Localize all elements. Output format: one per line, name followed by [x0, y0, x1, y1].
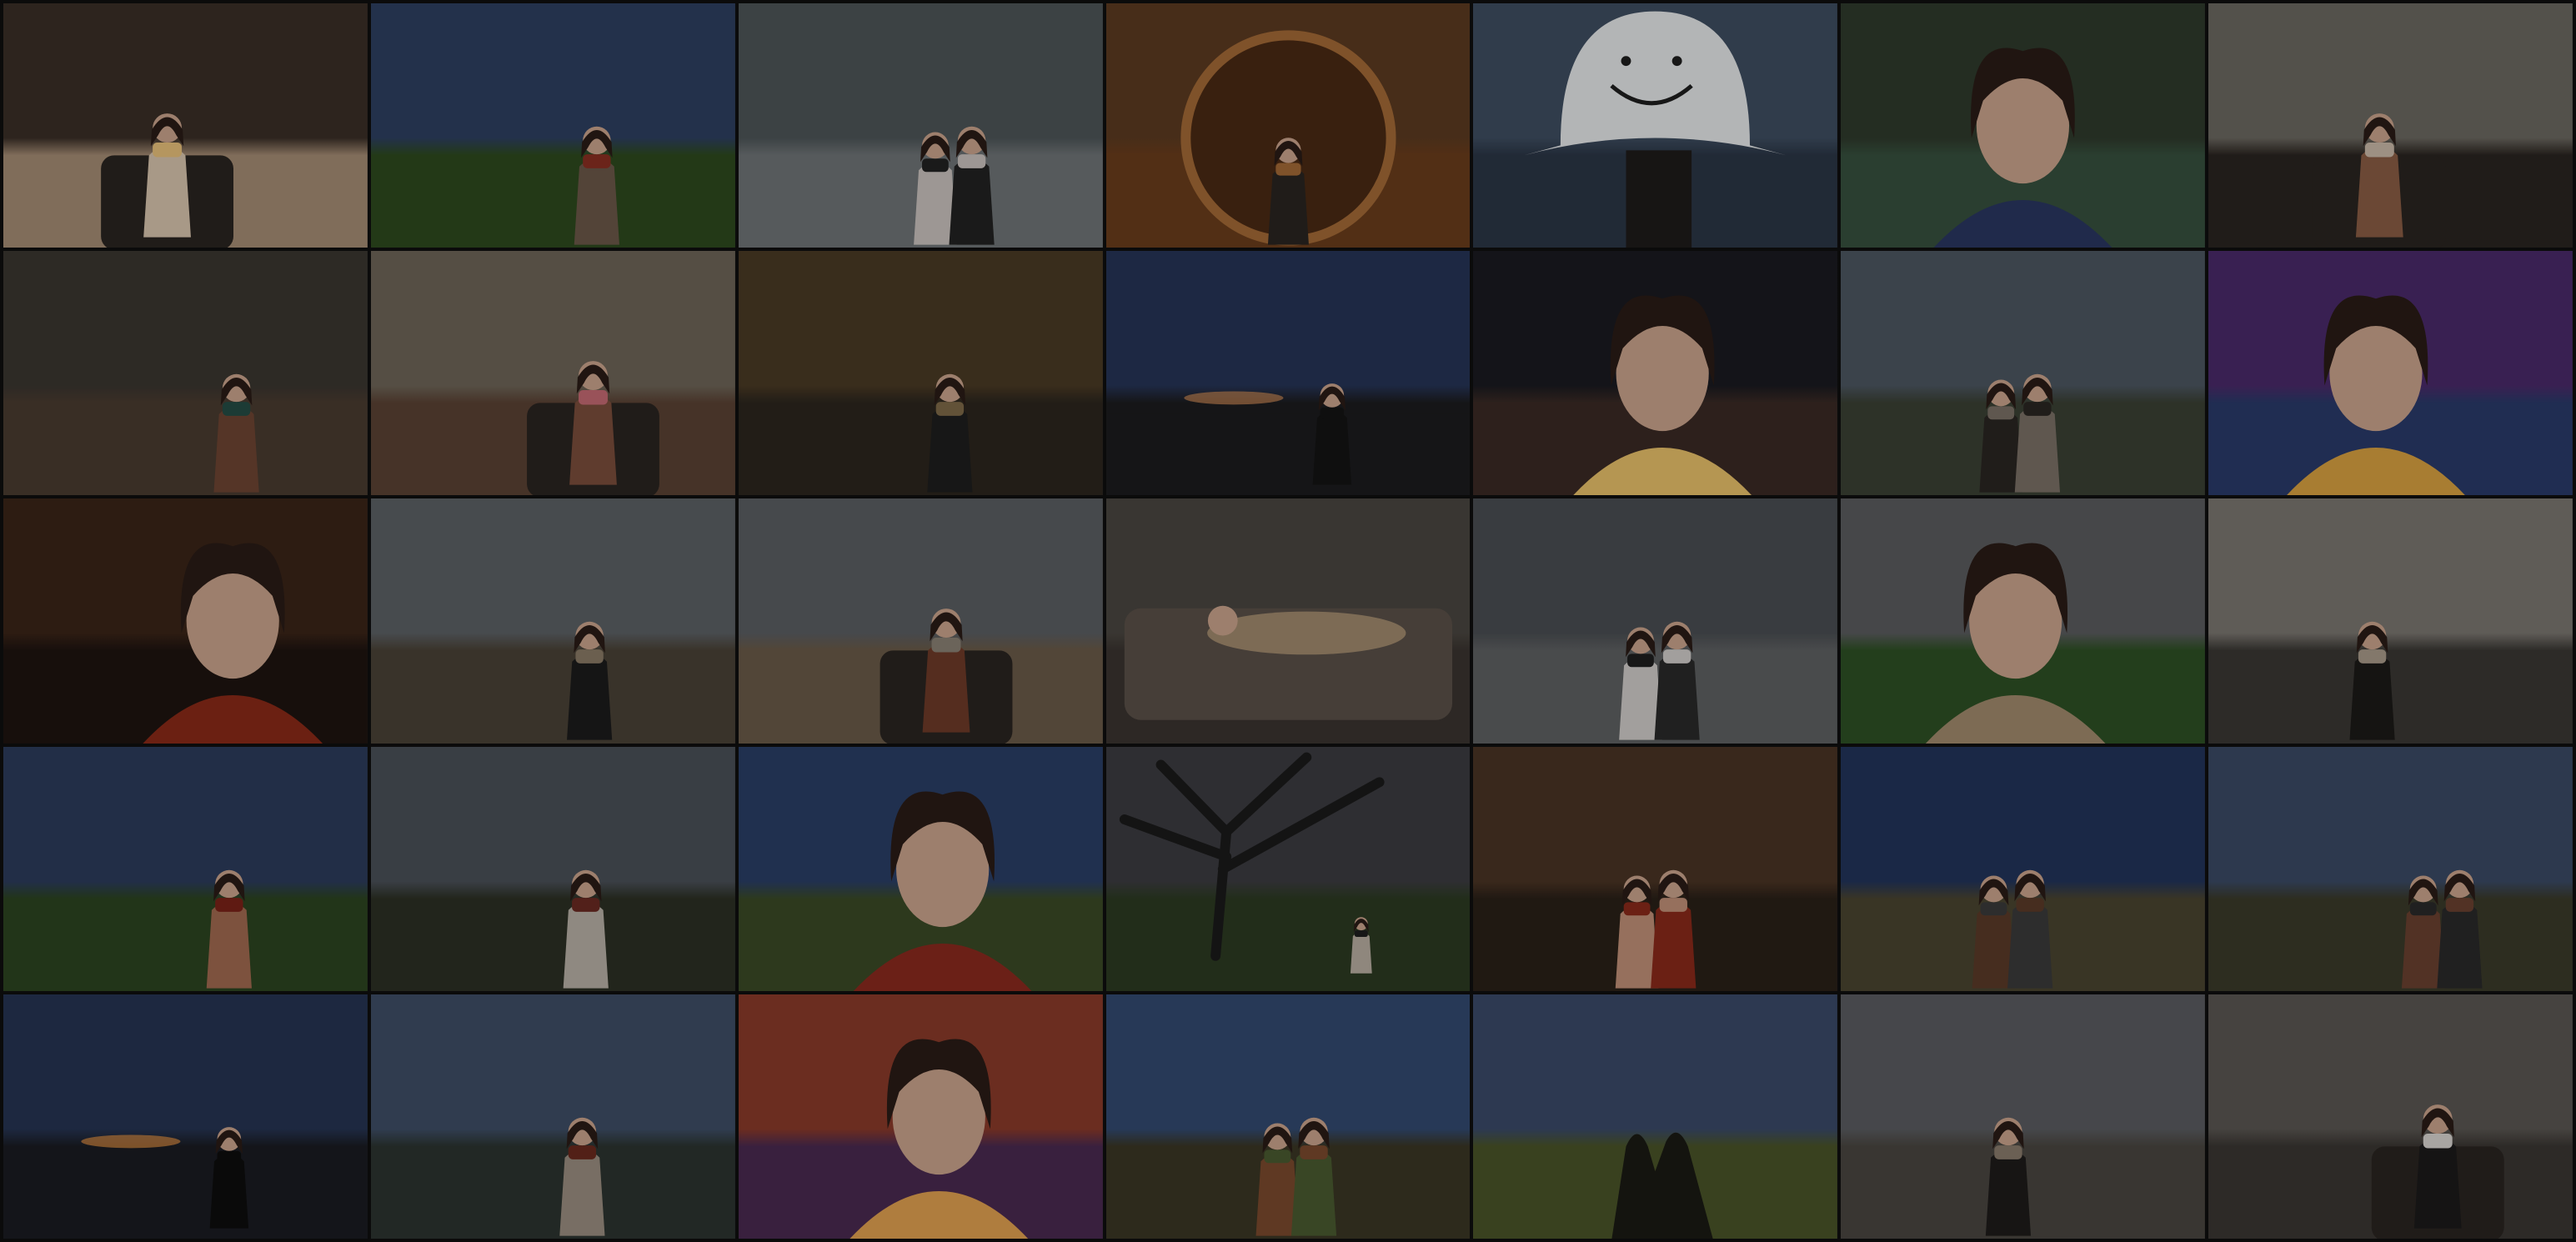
- photo-thumbnail-smiley-hat[interactable]: [1473, 3, 1838, 248]
- photo-thumbnail-field-path[interactable]: [3, 746, 368, 991]
- photo-image: [3, 994, 368, 1239]
- photo-grid: [0, 0, 2576, 1242]
- photo-image: [738, 3, 1103, 248]
- photo-image: [1841, 251, 2206, 496]
- smiley-eye-right: [1672, 56, 1683, 67]
- photo-thumbnail-carousel[interactable]: [738, 994, 1103, 1239]
- photo-thumbnail-street-house[interactable]: [2208, 498, 2573, 744]
- photo-thumbnail-wood-embrace[interactable]: [1105, 994, 1471, 1239]
- photo-image: [3, 251, 368, 496]
- photo-thumbnail-neon-arcade[interactable]: [2208, 251, 2573, 496]
- photo-image: [1105, 994, 1471, 1239]
- photo-image: [2208, 251, 2573, 496]
- photo-image: [2208, 498, 2573, 744]
- photo-thumbnail-dusk-coast[interactable]: [370, 994, 735, 1239]
- photo-thumbnail-golden-sunset[interactable]: [3, 994, 368, 1239]
- photo-thumbnail-stairwell[interactable]: [738, 251, 1103, 496]
- photo-thumbnail-sofa-lounge[interactable]: [1105, 498, 1471, 744]
- photo-image: [1841, 994, 2206, 1239]
- photo-thumbnail-windy-hill[interactable]: [738, 746, 1103, 991]
- photo-image: [1473, 746, 1838, 991]
- photo-image: [2208, 746, 2573, 991]
- photo-image: [370, 746, 735, 991]
- photo-thumbnail-laptop-sofa[interactable]: [2208, 994, 2573, 1239]
- photo-image: [1105, 251, 1471, 496]
- photo-thumbnail-open-meadow[interactable]: [1841, 746, 2206, 991]
- photo-image: [370, 251, 735, 496]
- photo-thumbnail-cliff-edge[interactable]: [2208, 746, 2573, 991]
- photo-thumbnail-fairground[interactable]: [1473, 251, 1838, 496]
- photo-image: [1105, 746, 1471, 991]
- photo-image: [2208, 3, 2573, 248]
- photo-thumbnail-bare-tree[interactable]: [1105, 746, 1471, 991]
- photo-background: [370, 746, 735, 991]
- photo-image: [1473, 994, 1838, 1239]
- photo-image: [1473, 251, 1838, 496]
- photo-thumbnail-lake-portrait[interactable]: [1841, 3, 2206, 248]
- photo-background: [3, 746, 368, 991]
- photo-thumbnail-stormy-beach[interactable]: [1473, 498, 1838, 744]
- photo-thumbnail-grey-beach[interactable]: [738, 3, 1103, 248]
- photo-background: [370, 994, 735, 1239]
- post: [1626, 150, 1692, 248]
- photo-image: [1473, 3, 1838, 248]
- photo-image: [370, 3, 735, 248]
- photo-thumbnail-rooftops[interactable]: [738, 498, 1103, 744]
- photo-thumbnail-cliff-sea[interactable]: [1841, 251, 2206, 496]
- photo-image: [3, 3, 368, 248]
- photo-thumbnail-flowers-chair[interactable]: [370, 251, 735, 496]
- photo-thumbnail-wine-barrel[interactable]: [1105, 3, 1471, 248]
- photo-background: [3, 251, 368, 496]
- photo-thumbnail-country-road[interactable]: [370, 746, 735, 991]
- photo-background: [370, 3, 735, 248]
- photo-image: [738, 994, 1103, 1239]
- photo-thumbnail-window-sofa[interactable]: [2208, 3, 2573, 248]
- photo-image: [1841, 498, 2206, 744]
- photo-thumbnail-cafe[interactable]: [3, 3, 368, 248]
- photo-image: [3, 746, 368, 991]
- photo-image: [738, 746, 1103, 991]
- photo-image: [1841, 746, 2206, 991]
- photo-thumbnail-shop-interior[interactable]: [3, 251, 368, 496]
- photo-thumbnail-green-field[interactable]: [370, 3, 735, 248]
- photo-image: [3, 498, 368, 744]
- photo-image: [1105, 498, 1471, 744]
- photo-thumbnail-oxford-lane[interactable]: [1841, 994, 2206, 1239]
- photo-image: [370, 498, 735, 744]
- sun-glow: [81, 1134, 181, 1149]
- photo-image: [738, 498, 1103, 744]
- photo-background: [2208, 746, 2573, 991]
- photo-thumbnail-college-lawn[interactable]: [1841, 498, 2206, 744]
- smiley-eye-left: [1621, 56, 1631, 67]
- photo-image: [370, 994, 735, 1239]
- photo-background: [370, 498, 735, 744]
- photo-image: [2208, 994, 2573, 1239]
- photo-thumbnail-shadow-field[interactable]: [1473, 994, 1838, 1239]
- photo-image: [738, 251, 1103, 496]
- photo-background: [738, 251, 1103, 496]
- photo-thumbnail-market-selfie[interactable]: [1473, 746, 1838, 991]
- photo-thumbnail-tower-view[interactable]: [370, 498, 735, 744]
- photo-image: [1105, 3, 1471, 248]
- sun-glow: [1183, 391, 1284, 405]
- photo-background: [1105, 746, 1471, 991]
- photo-image: [1841, 3, 2206, 248]
- photo-thumbnail-bokeh-close[interactable]: [3, 498, 368, 744]
- photo-background: [3, 498, 368, 744]
- photo-thumbnail-sunset-beach[interactable]: [1105, 251, 1471, 496]
- photo-image: [1473, 498, 1838, 744]
